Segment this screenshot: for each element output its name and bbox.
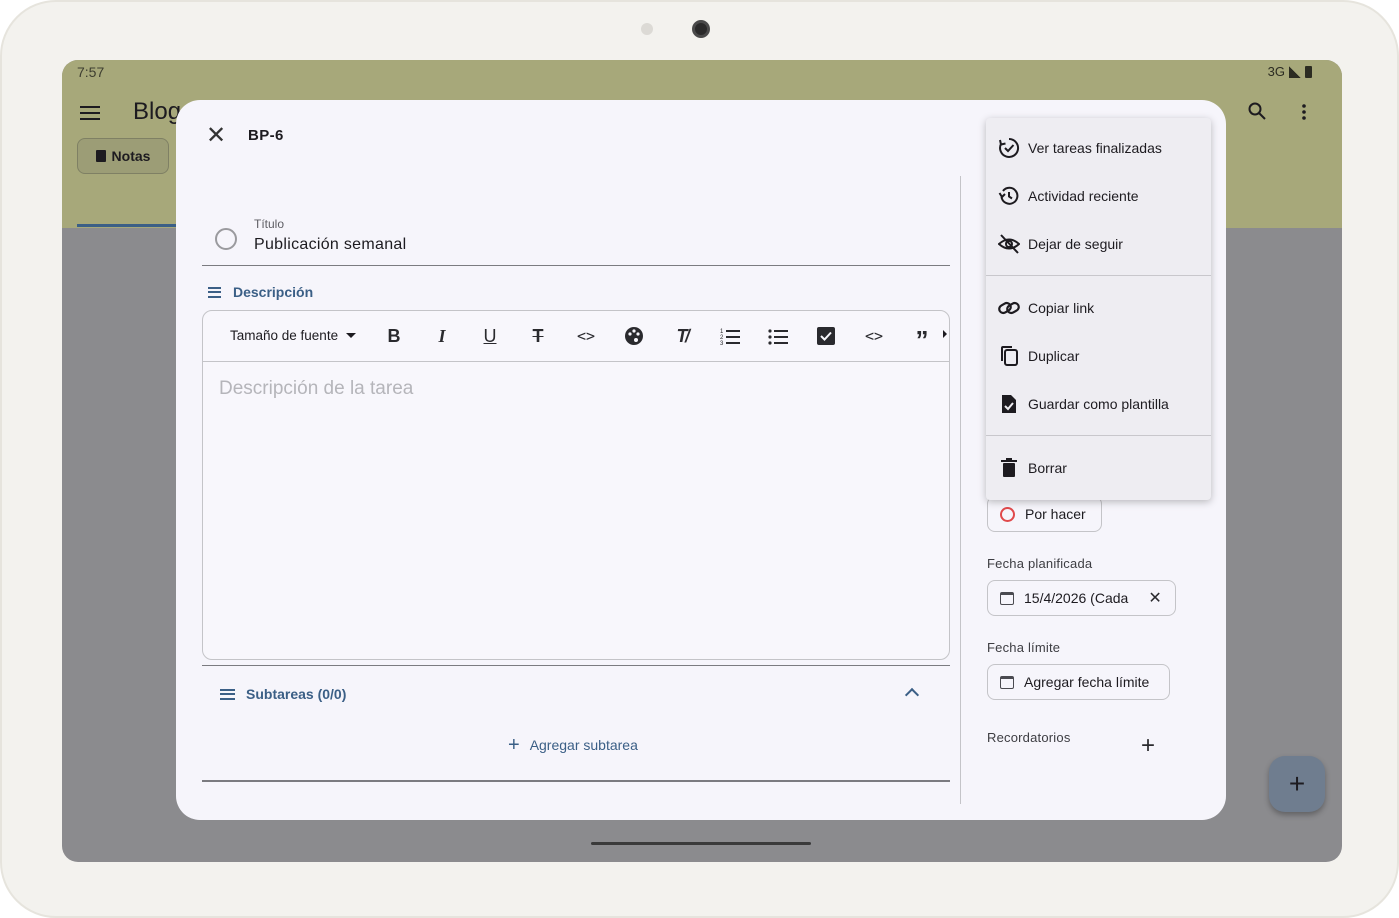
add-reminder-icon[interactable]: + — [1141, 734, 1155, 758]
tab-indicator — [77, 224, 177, 227]
bold-icon[interactable]: B — [383, 325, 405, 347]
title-input[interactable]: Publicación semanal — [254, 236, 406, 254]
copy-icon — [1001, 346, 1018, 366]
status-label: Por hacer — [1025, 506, 1086, 522]
menu-item-label: Dejar de seguir — [1028, 236, 1123, 252]
planned-date-value: 15/4/2026 (Cada — [1024, 590, 1129, 606]
signal-icon — [1289, 65, 1301, 78]
due-date-label: Fecha límite — [987, 640, 1061, 655]
overflow-menu: Ver tareas finalizadas Actividad recient… — [986, 118, 1211, 500]
menu-item-label: Duplicar — [1028, 348, 1080, 364]
dropdown-arrow-icon — [346, 333, 357, 338]
menu-item-label: Copiar link — [1028, 300, 1095, 316]
link-icon — [998, 301, 1020, 315]
font-size-label: Tamaño de fuente — [230, 328, 339, 343]
trash-icon — [1001, 458, 1017, 477]
menu-item-duplicate[interactable]: Duplicar — [986, 332, 1211, 380]
calendar-icon — [1000, 675, 1014, 689]
home-indicator[interactable] — [591, 842, 811, 845]
status-chip[interactable]: Por hacer — [987, 496, 1102, 532]
document-icon — [95, 150, 106, 162]
status-todo-icon — [1000, 506, 1015, 522]
task-id: BP-6 — [248, 127, 284, 144]
task-done-icon — [999, 137, 1020, 158]
calendar-icon — [1000, 591, 1014, 605]
subtasks-heading[interactable]: Subtareas (0/0) — [220, 686, 346, 702]
add-fab-button[interactable]: + — [1269, 756, 1325, 812]
title-label: Título — [254, 217, 285, 231]
description-editor[interactable]: Tamaño de fuente B I U T <> T̸ 1 2 3 <> … — [202, 310, 950, 660]
menu-item-unfollow[interactable]: Dejar de seguir — [986, 220, 1211, 268]
more-vert-icon[interactable] — [1302, 104, 1306, 120]
inline-code-icon[interactable]: <> — [575, 325, 597, 347]
complete-task-radio[interactable] — [215, 228, 237, 250]
description-placeholder: Descripción de la tarea — [219, 378, 414, 399]
menu-item-view-finished[interactable]: Ver tareas finalizadas — [986, 124, 1211, 172]
status-indicators: 3G — [1268, 64, 1312, 79]
italic-icon[interactable]: I — [431, 325, 453, 347]
add-subtask-button[interactable]: + Agregar subtarea — [508, 734, 638, 756]
list-icon — [220, 688, 235, 700]
menu-item-recent-activity[interactable]: Actividad reciente — [986, 172, 1211, 220]
sensor-dot — [641, 23, 653, 35]
task-dialog: ✕ BP-6 Título Publicación semanal Descri… — [176, 100, 1226, 820]
add-due-date-label: Agregar fecha límite — [1024, 674, 1150, 690]
close-icon[interactable]: ✕ — [204, 124, 228, 148]
palette-icon[interactable] — [623, 325, 645, 347]
search-icon[interactable] — [1248, 102, 1266, 120]
history-icon — [998, 186, 1019, 205]
notes-chip[interactable]: Notas — [77, 138, 169, 174]
menu-item-delete[interactable]: Borrar — [986, 444, 1211, 492]
underline-icon[interactable]: U — [479, 325, 501, 347]
panel-divider — [960, 176, 961, 804]
numbered-list-icon[interactable]: 1 2 3 — [719, 325, 741, 347]
subtasks-divider-top — [202, 665, 950, 666]
quote-icon[interactable]: ” — [911, 325, 933, 355]
svg-text:3: 3 — [720, 341, 724, 347]
subtasks-label: Subtareas (0/0) — [246, 686, 347, 702]
front-camera — [692, 20, 710, 38]
menu-item-label: Guardar como plantilla — [1028, 396, 1169, 412]
plus-icon: + — [508, 734, 520, 756]
notes-icon — [208, 286, 221, 298]
planned-date-chip[interactable]: 15/4/2026 (Cada ✕ — [987, 580, 1176, 616]
eye-off-icon — [998, 234, 1020, 254]
title-underline — [202, 265, 950, 266]
menu-item-save-template[interactable]: Guardar como plantilla — [986, 380, 1211, 428]
menu-item-label: Actividad reciente — [1028, 188, 1139, 204]
description-heading: Descripción — [208, 284, 313, 300]
menu-item-label: Borrar — [1028, 460, 1067, 476]
code-block-icon[interactable]: <> — [863, 325, 885, 347]
chevron-up-icon[interactable] — [904, 687, 920, 703]
add-subtask-label: Agregar subtarea — [529, 737, 638, 753]
toolbar-scroll-right-icon[interactable] — [943, 330, 947, 338]
font-size-dropdown[interactable]: Tamaño de fuente — [230, 328, 357, 343]
file-check-icon — [1002, 395, 1016, 413]
add-due-date-button[interactable]: Agregar fecha límite — [987, 664, 1170, 700]
clear-date-icon[interactable]: ✕ — [1148, 588, 1161, 608]
menu-divider — [986, 435, 1211, 436]
tablet-frame: 7:57 3G Blog Notas + ✕ BP-6 Título Publi… — [0, 0, 1399, 918]
editor-toolbar: Tamaño de fuente B I U T <> T̸ 1 2 3 <> … — [203, 311, 949, 362]
status-time: 7:57 — [77, 64, 105, 80]
menu-item-label: Ver tareas finalizadas — [1028, 140, 1162, 156]
menu-item-copy-link[interactable]: Copiar link — [986, 284, 1211, 332]
strikethrough-icon[interactable]: T — [527, 325, 549, 347]
planned-date-label: Fecha planificada — [987, 556, 1093, 571]
bulleted-list-icon[interactable] — [767, 325, 789, 347]
menu-divider — [986, 275, 1211, 276]
description-label: Descripción — [233, 284, 314, 300]
network-type: 3G — [1267, 64, 1285, 79]
subtasks-divider-bottom — [202, 780, 950, 782]
notes-chip-label: Notas — [111, 148, 151, 164]
clear-format-icon[interactable]: T̸ — [671, 325, 693, 347]
app-title: Blog — [133, 98, 182, 125]
checklist-icon[interactable] — [815, 325, 837, 347]
battery-icon — [1305, 65, 1312, 78]
hamburger-menu-icon[interactable] — [80, 106, 100, 120]
reminders-label: Recordatorios — [987, 730, 1071, 745]
